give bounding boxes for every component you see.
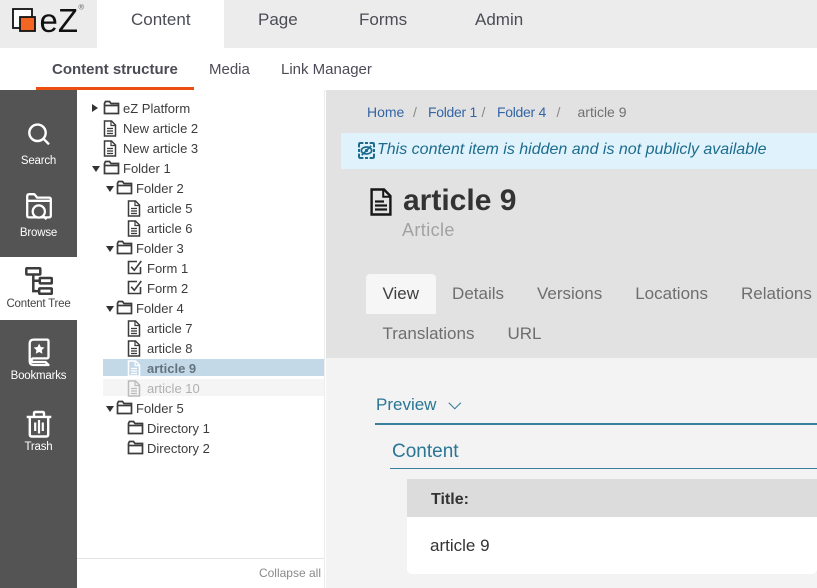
- svg-text:eZ: eZ: [40, 2, 79, 39]
- svg-text:®: ®: [79, 3, 85, 12]
